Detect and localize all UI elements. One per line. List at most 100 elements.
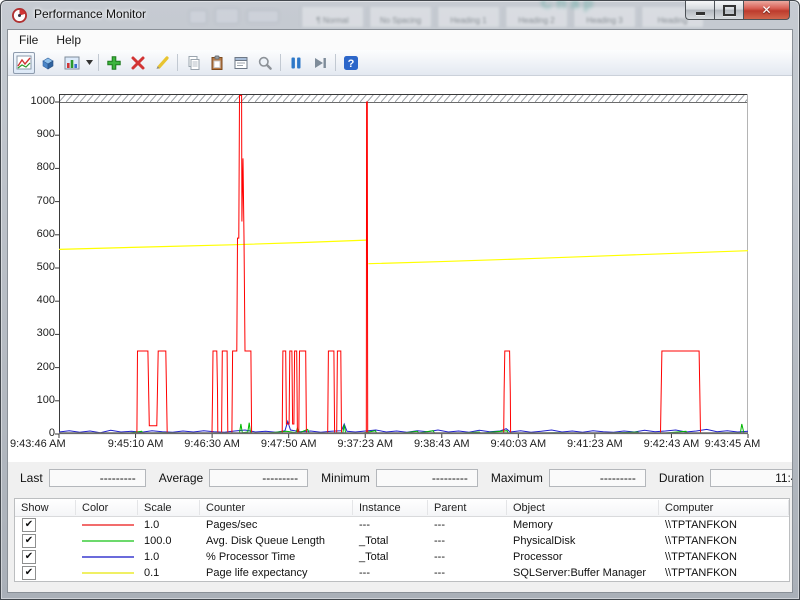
view-current-activity-icon <box>16 55 32 71</box>
add-counter-button[interactable] <box>103 52 125 74</box>
column-header-scale[interactable]: Scale <box>138 500 200 515</box>
close-button[interactable]: ✕ <box>743 1 790 20</box>
show-checkbox[interactable]: ✔ <box>22 550 36 564</box>
menu-bar: File Help <box>8 30 792 50</box>
scale-top-hatch <box>59 94 748 102</box>
parent-cell: --- <box>428 535 507 547</box>
instance-cell: _Total <box>353 535 428 547</box>
stat-item-maximum: Maximum --------- <box>491 469 646 487</box>
toolbar: ? <box>8 50 792 76</box>
counter-row[interactable]: ✔1.0% Processor Time_Total---Processor\\… <box>15 549 789 565</box>
paste-counter-list-button[interactable] <box>206 52 228 74</box>
menu-help[interactable]: Help <box>49 31 88 49</box>
toolbar-separator <box>335 54 336 71</box>
ghost-style-label: ¶ Normal <box>301 7 363 27</box>
window-title: Performance Monitor <box>34 7 146 21</box>
change-graph-type-button[interactable] <box>61 52 83 74</box>
ghost-blob <box>247 10 279 23</box>
parent-cell: --- <box>428 519 507 531</box>
column-header-computer[interactable]: Computer <box>659 500 789 515</box>
paste-counter-list-icon <box>209 55 225 71</box>
copy-properties-icon <box>185 55 201 71</box>
x-tick-label: 9:42:43 AM <box>644 438 700 450</box>
color-cell <box>76 572 138 574</box>
color-cell <box>76 540 138 542</box>
x-tick-label: 9:37:23 AM <box>337 438 393 450</box>
help-button[interactable]: ? <box>340 52 362 74</box>
counter-cell: Pages/sec <box>200 519 353 531</box>
object-cell: Memory <box>507 519 659 531</box>
ghost-style-label: No Spacing <box>369 7 431 27</box>
stat-label: Maximum <box>491 471 543 485</box>
y-tick-label: 600 <box>8 228 55 240</box>
properties-button[interactable] <box>230 52 252 74</box>
stat-item-minimum: Minimum--------- <box>321 469 478 487</box>
background-window-reflection: ¶ NormalNo SpacingHeading 1Heading 2Head… <box>189 1 689 29</box>
x-tick-label: 9:41:23 AM <box>567 438 623 450</box>
properties-icon <box>233 55 249 71</box>
performance-chart[interactable] <box>59 94 748 440</box>
zoom-button[interactable] <box>254 52 276 74</box>
view-current-activity-button[interactable] <box>13 52 35 74</box>
menu-file[interactable]: File <box>12 31 45 49</box>
color-swatch <box>82 524 134 526</box>
computer-cell: \\TPTANFKON <box>659 535 789 547</box>
column-header-show[interactable]: Show <box>15 500 76 515</box>
object-cell: SQLServer:Buffer Manager <box>507 567 659 579</box>
update-data-button[interactable] <box>309 52 331 74</box>
object-cell: Processor <box>507 551 659 563</box>
scale-cell: 1.0 <box>138 551 200 563</box>
x-tick-label: 9:40:03 AM <box>491 438 547 450</box>
ghost-heading-text: Chap <box>541 1 597 13</box>
column-header-color[interactable]: Color <box>76 500 138 515</box>
stat-item-duration: Duration11:47 <box>659 469 793 487</box>
instance-cell: --- <box>353 567 428 579</box>
toolbar-separator <box>98 54 99 71</box>
ghost-style-label: Heading 1 <box>437 7 499 27</box>
color-cell <box>76 556 138 558</box>
computer-cell: \\TPTANFKON <box>659 567 789 579</box>
window-content: File Help <box>7 29 793 593</box>
show-checkbox[interactable]: ✔ <box>22 566 36 580</box>
show-cell: ✔ <box>15 518 76 532</box>
y-tick-label: 300 <box>8 327 55 339</box>
x-tick-label: 9:38:43 AM <box>414 438 470 450</box>
parent-cell: --- <box>428 551 507 563</box>
column-header-counter[interactable]: Counter <box>200 500 353 515</box>
scale-cell: 0.1 <box>138 567 200 579</box>
instance-cell: _Total <box>353 551 428 563</box>
column-header-instance[interactable]: Instance <box>353 500 428 515</box>
counter-row[interactable]: ✔1.0Pages/sec------Memory\\TPTANFKON <box>15 517 789 533</box>
add-counter-icon <box>106 55 122 71</box>
counter-row[interactable]: ✔100.0Avg. Disk Queue Length_Total---Phy… <box>15 533 789 549</box>
table-header-row: ShowColorScaleCounterInstanceParentObjec… <box>15 499 789 517</box>
delete-counter-button[interactable] <box>127 52 149 74</box>
toolbar-separator <box>280 54 281 71</box>
y-tick-label: 700 <box>8 195 55 207</box>
highlight-icon <box>154 55 170 71</box>
counter-row[interactable]: ✔0.1Page life expectancy------SQLServer:… <box>15 565 789 581</box>
show-checkbox[interactable]: ✔ <box>22 534 36 548</box>
stat-value-field: --------- <box>549 469 646 487</box>
column-header-parent[interactable]: Parent <box>428 500 507 515</box>
counter-cell: % Processor Time <box>200 551 353 563</box>
value-bar: Last---------Average---------Minimum----… <box>8 462 792 494</box>
view-log-data-button[interactable] <box>37 52 59 74</box>
x-tick-label: 9:43:45 AM <box>705 438 761 450</box>
maximize-button[interactable] <box>714 1 743 20</box>
titlebar[interactable]: ¶ NormalNo SpacingHeading 1Heading 2Head… <box>1 1 799 29</box>
maximize-icon <box>723 5 736 16</box>
minimize-button[interactable] <box>685 1 714 20</box>
update-data-icon <box>312 55 328 71</box>
color-cell <box>76 524 138 526</box>
computer-cell: \\TPTANFKON <box>659 519 789 531</box>
svg-text:?: ? <box>348 58 355 70</box>
show-checkbox[interactable]: ✔ <box>22 518 36 532</box>
highlight-button[interactable] <box>151 52 173 74</box>
column-header-object[interactable]: Object <box>507 500 659 515</box>
freeze-display-button[interactable] <box>285 52 307 74</box>
graph-type-dropdown[interactable] <box>84 52 94 74</box>
perfmon-app-icon <box>12 8 27 23</box>
scale-cell: 100.0 <box>138 535 200 547</box>
copy-properties-button[interactable] <box>182 52 204 74</box>
